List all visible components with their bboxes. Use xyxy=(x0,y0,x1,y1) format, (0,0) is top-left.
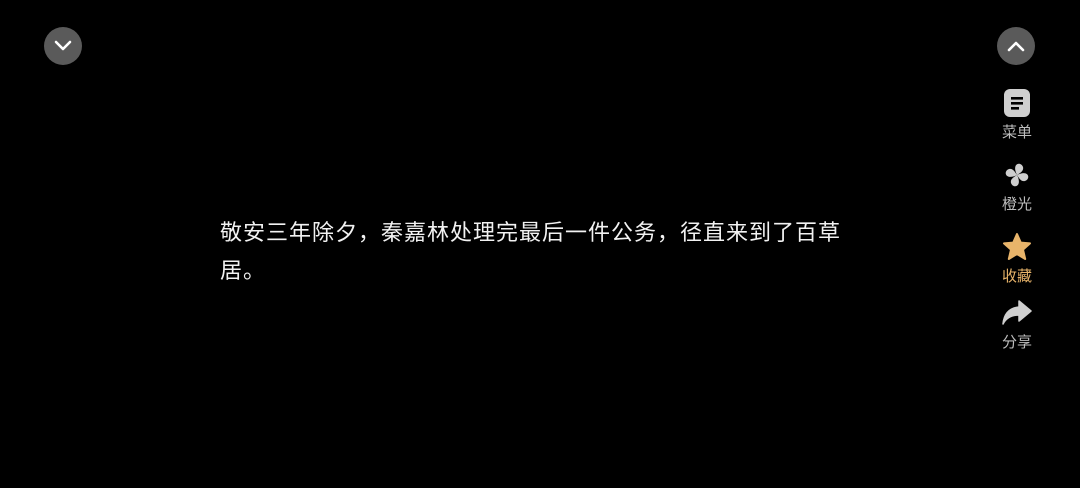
menu-icon xyxy=(1004,89,1030,117)
collapse-button[interactable] xyxy=(44,27,82,65)
chevron-down-icon xyxy=(54,40,72,51)
share-icon xyxy=(1002,300,1032,325)
menu-button[interactable]: 菜单 xyxy=(990,86,1044,142)
favorite-label: 收藏 xyxy=(1001,267,1032,285)
orange-light-button[interactable]: 橙光 xyxy=(990,158,1044,214)
share-button[interactable]: 分享 xyxy=(990,296,1044,352)
share-label: 分享 xyxy=(1001,333,1032,351)
star-icon xyxy=(1003,233,1031,260)
story-text: 敬安三年除夕，秦嘉林处理完最后一件公务，径直来到了百草居。 xyxy=(220,221,842,284)
chevron-up-icon xyxy=(1007,41,1025,52)
orange-light-label: 橙光 xyxy=(1001,195,1032,213)
favorite-button[interactable]: 收藏 xyxy=(990,230,1044,286)
expand-button[interactable] xyxy=(997,27,1035,65)
orange-light-logo-icon xyxy=(1005,163,1029,187)
menu-label: 菜单 xyxy=(1001,123,1032,141)
